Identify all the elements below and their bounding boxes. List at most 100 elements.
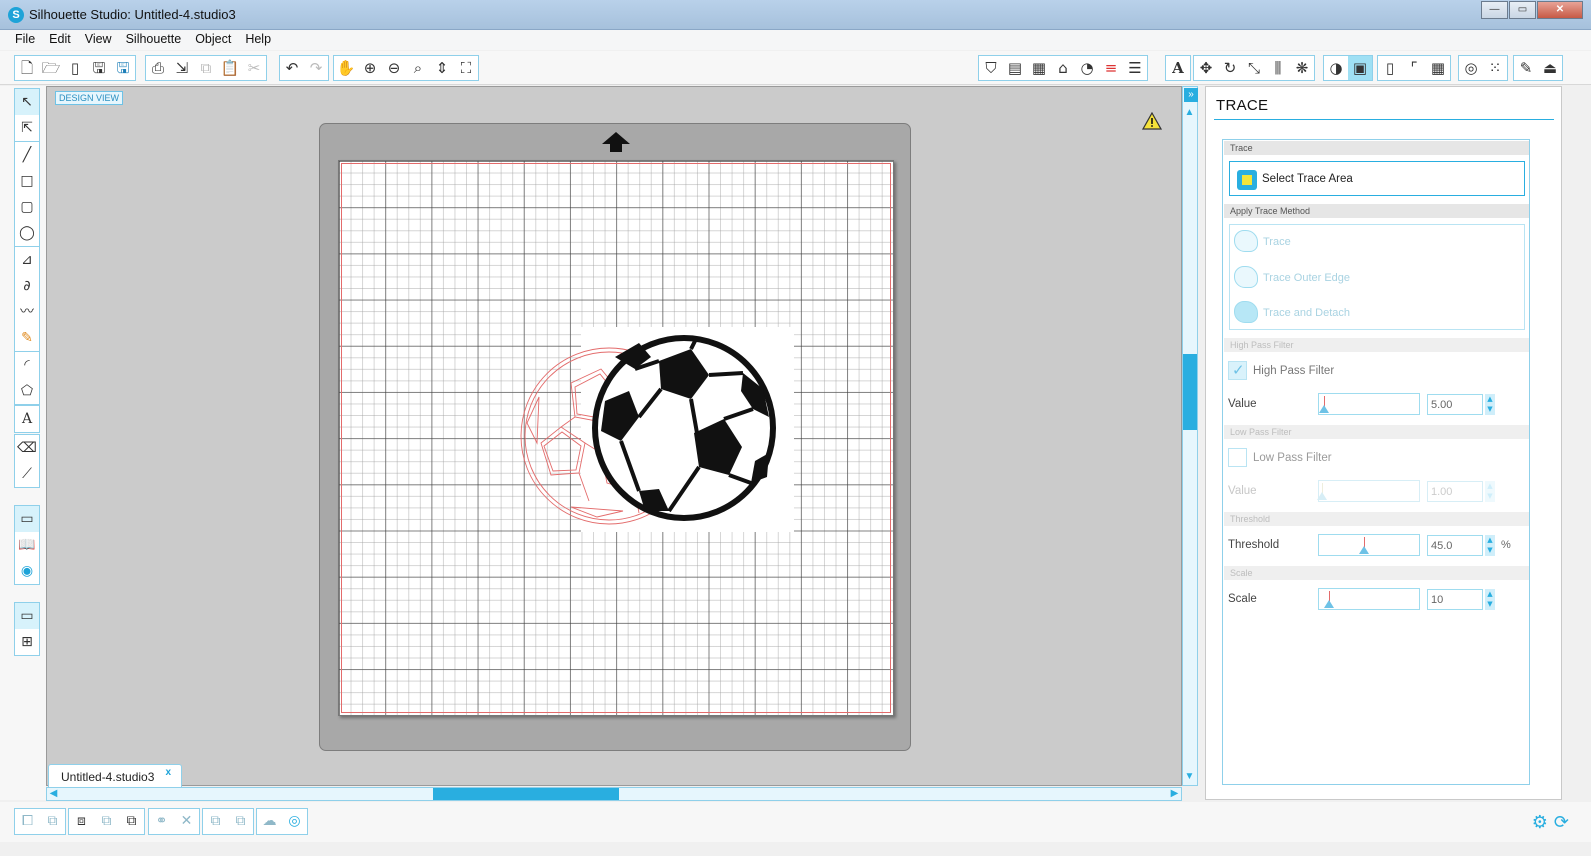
- scale-input[interactable]: 10: [1427, 589, 1483, 610]
- high-pass-value-slider[interactable]: [1318, 393, 1420, 415]
- bring-to-front-icon[interactable]: ⧉: [228, 809, 253, 834]
- zoom-out-icon[interactable]: ⊖: [382, 56, 406, 80]
- slider-handle[interactable]: [1317, 492, 1327, 500]
- menu-help[interactable]: Help: [238, 30, 278, 50]
- offset-shape-icon[interactable]: ◎: [282, 809, 307, 834]
- high-pass-filter-row[interactable]: High Pass Filter: [1228, 360, 1428, 382]
- high-pass-value-input[interactable]: 5.00: [1427, 394, 1483, 415]
- print-icon[interactable]: ⎙: [146, 56, 170, 80]
- pencil-tool-icon[interactable]: ✎: [15, 325, 39, 351]
- scroll-right-icon[interactable]: ▶: [1168, 788, 1181, 800]
- cutting-mat[interactable]: [338, 160, 894, 716]
- library-view-icon[interactable]: 📖: [15, 532, 39, 558]
- line-style-icon-2[interactable]: ≡: [1099, 56, 1123, 80]
- close-button[interactable]: ✕: [1537, 1, 1583, 19]
- group-icon[interactable]: ⧠: [15, 809, 40, 834]
- select-tool-icon[interactable]: ↖: [15, 89, 39, 115]
- edit-points-icon[interactable]: ⇱: [15, 115, 39, 141]
- zoom-in-icon[interactable]: ⊕: [358, 56, 382, 80]
- redo-icon[interactable]: ↷: [304, 56, 328, 80]
- new-file-icon[interactable]: 🗋: [15, 56, 39, 80]
- rotate-icon[interactable]: ↻: [1218, 56, 1242, 80]
- send-icon[interactable]: ⏏: [1538, 56, 1562, 80]
- high-pass-value-spinner[interactable]: ▲ ▼: [1485, 394, 1495, 415]
- low-pass-filter-row[interactable]: Low Pass Filter: [1228, 447, 1428, 469]
- cut-settings-icon[interactable]: ◎: [1459, 56, 1483, 80]
- horizontal-scrollbar[interactable]: ◀ ▶: [46, 787, 1182, 801]
- fit-to-page-icon[interactable]: ⇕: [430, 56, 454, 80]
- release-compound-path-icon[interactable]: ⧉: [94, 809, 119, 834]
- trace-icon[interactable]: ▣: [1348, 56, 1372, 80]
- library-icon[interactable]: ⁙: [1483, 56, 1507, 80]
- menu-silhouette[interactable]: Silhouette: [119, 30, 189, 50]
- single-view-icon[interactable]: ▭: [15, 603, 39, 629]
- warning-icon[interactable]: [1142, 112, 1162, 130]
- polygon-tool-icon[interactable]: ⊿: [15, 247, 39, 273]
- weld-icon[interactable]: ⚭: [149, 809, 174, 834]
- copy-icon[interactable]: ⧉: [194, 56, 218, 80]
- cut-icon[interactable]: ✂: [242, 56, 266, 80]
- line-style-icon[interactable]: ◔: [1075, 56, 1099, 80]
- scroll-down-icon[interactable]: ▼: [1183, 771, 1196, 783]
- grid-icon[interactable]: ▦: [1426, 56, 1450, 80]
- ellipse-tool-icon[interactable]: ◯: [15, 220, 39, 246]
- line-tool-icon[interactable]: ╱: [15, 142, 39, 168]
- align-icon[interactable]: ⫼: [1266, 56, 1290, 80]
- threshold-slider[interactable]: [1318, 534, 1420, 556]
- vertical-scroll-thumb[interactable]: [1183, 354, 1197, 430]
- make-compound-path-icon[interactable]: ⧈: [69, 809, 94, 834]
- fill-color-icon[interactable]: ⛉: [979, 56, 1003, 80]
- eraser-tool-icon[interactable]: ⌫: [15, 435, 39, 461]
- fill-gradient-icon[interactable]: ▤: [1003, 56, 1027, 80]
- trace-method-detach[interactable]: Trace and Detach: [1231, 297, 1523, 327]
- knife-tool-icon[interactable]: ⟋: [15, 461, 39, 487]
- open-file-icon[interactable]: 🗁: [39, 56, 63, 80]
- arc-tool-icon[interactable]: ◜: [15, 352, 39, 378]
- online-store-icon[interactable]: ◉: [15, 558, 39, 584]
- zoom-all-icon[interactable]: ⛶: [454, 56, 478, 80]
- freehand-tool-icon[interactable]: 〰: [15, 299, 39, 325]
- minimize-button[interactable]: —: [1481, 1, 1508, 19]
- bring-forward-icon[interactable]: ⧉: [119, 809, 144, 834]
- collapse-panel-icon[interactable]: »: [1184, 88, 1198, 102]
- split-view-icon[interactable]: ⊞: [15, 629, 39, 655]
- low-pass-value-slider[interactable]: [1317, 480, 1420, 502]
- slider-handle[interactable]: [1359, 546, 1369, 554]
- line-color-icon[interactable]: ⌂: [1051, 56, 1075, 80]
- trace-method-trace[interactable]: Trace: [1231, 226, 1523, 256]
- menu-edit[interactable]: Edit: [42, 30, 78, 50]
- replicate-icon[interactable]: ❋: [1290, 56, 1314, 80]
- sketch-icon[interactable]: ✎: [1514, 56, 1538, 80]
- high-pass-filter-checkbox[interactable]: [1228, 361, 1247, 380]
- send-to-cutter-icon[interactable]: ⇲: [170, 56, 194, 80]
- curve-tool-icon[interactable]: ∂: [15, 273, 39, 299]
- design-view-icon[interactable]: ▭: [15, 506, 39, 532]
- line-weight-icon[interactable]: ☰: [1123, 56, 1147, 80]
- rectangle-tool-icon[interactable]: □: [15, 168, 39, 194]
- slider-handle[interactable]: [1319, 405, 1329, 413]
- save-icon[interactable]: 🖫: [87, 56, 111, 80]
- scale-icon[interactable]: ⤡: [1242, 56, 1266, 80]
- document-tab[interactable]: Untitled-4.studio3 x: [48, 764, 182, 787]
- refresh-icon[interactable]: ⟳: [1554, 812, 1569, 833]
- menu-object[interactable]: Object: [188, 30, 238, 50]
- low-pass-value-spinner[interactable]: ▲ ▼: [1485, 481, 1495, 502]
- rounded-rectangle-tool-icon[interactable]: ▢: [15, 194, 39, 220]
- open-library-icon[interactable]: ▯: [63, 56, 87, 80]
- scroll-left-icon[interactable]: ◀: [47, 788, 60, 800]
- text-tool-icon[interactable]: A: [15, 406, 39, 432]
- undo-icon[interactable]: ↶: [280, 56, 304, 80]
- pan-icon[interactable]: ✋: [334, 56, 358, 80]
- slider-handle[interactable]: [1324, 600, 1334, 608]
- save-to-library-icon[interactable]: 🖫: [111, 56, 135, 80]
- vertical-scrollbar[interactable]: ▲ ▼: [1182, 86, 1198, 786]
- fill-pattern-icon[interactable]: ▦: [1027, 56, 1051, 80]
- scroll-up-icon[interactable]: ▲: [1183, 107, 1196, 119]
- delete-icon[interactable]: ✕: [174, 809, 199, 834]
- document-tab-close-icon[interactable]: x: [165, 767, 171, 778]
- design-canvas[interactable]: DESIGN VIEW: [46, 86, 1182, 786]
- shadow-icon[interactable]: ☁: [257, 809, 282, 834]
- horizontal-scroll-thumb[interactable]: [433, 788, 619, 800]
- text-style-icon[interactable]: A: [1166, 56, 1190, 80]
- maximize-button[interactable]: ▭: [1509, 1, 1536, 19]
